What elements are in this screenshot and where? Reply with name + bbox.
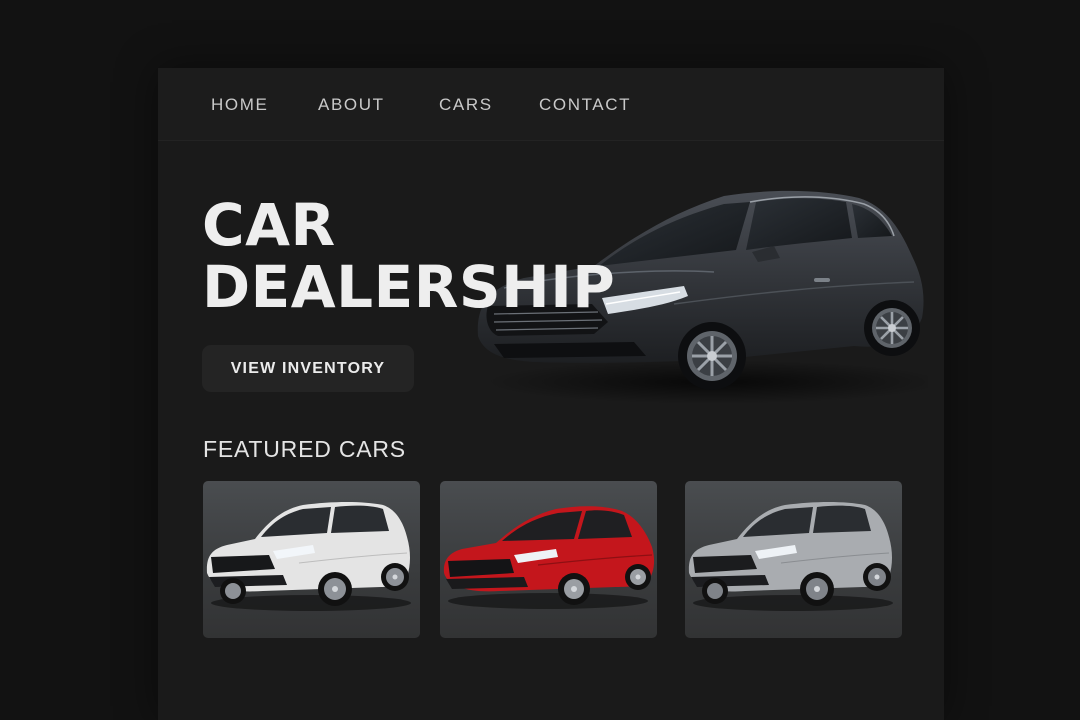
nav-item-cars[interactable]: CARS	[439, 95, 493, 115]
red-sedan-image	[443, 506, 655, 609]
silver-suv-image	[688, 502, 893, 611]
hero-title-line-2: DEALERSHIP	[202, 253, 616, 321]
dealership-page: HOME ABOUT CARS CONTACT CAR DEALERSHIP V…	[158, 68, 944, 720]
nav-item-about[interactable]: ABOUT	[318, 95, 385, 115]
featured-cars-title: FEATURED CARS	[203, 436, 406, 462]
hero-title-line-1: CAR	[202, 191, 336, 259]
featured-car-card-2[interactable]	[440, 481, 657, 638]
top-nav: HOME ABOUT CARS CONTACT	[158, 68, 944, 141]
nav-item-contact[interactable]: CONTACT	[539, 95, 631, 115]
featured-car-card-3[interactable]	[685, 481, 902, 638]
featured-car-card-1[interactable]	[203, 481, 420, 638]
white-suv-image	[206, 502, 411, 611]
nav-item-home[interactable]: HOME	[211, 95, 268, 115]
hero-title: CAR DEALERSHIP	[202, 194, 615, 318]
view-inventory-button[interactable]: VIEW INVENTORY	[202, 345, 414, 392]
